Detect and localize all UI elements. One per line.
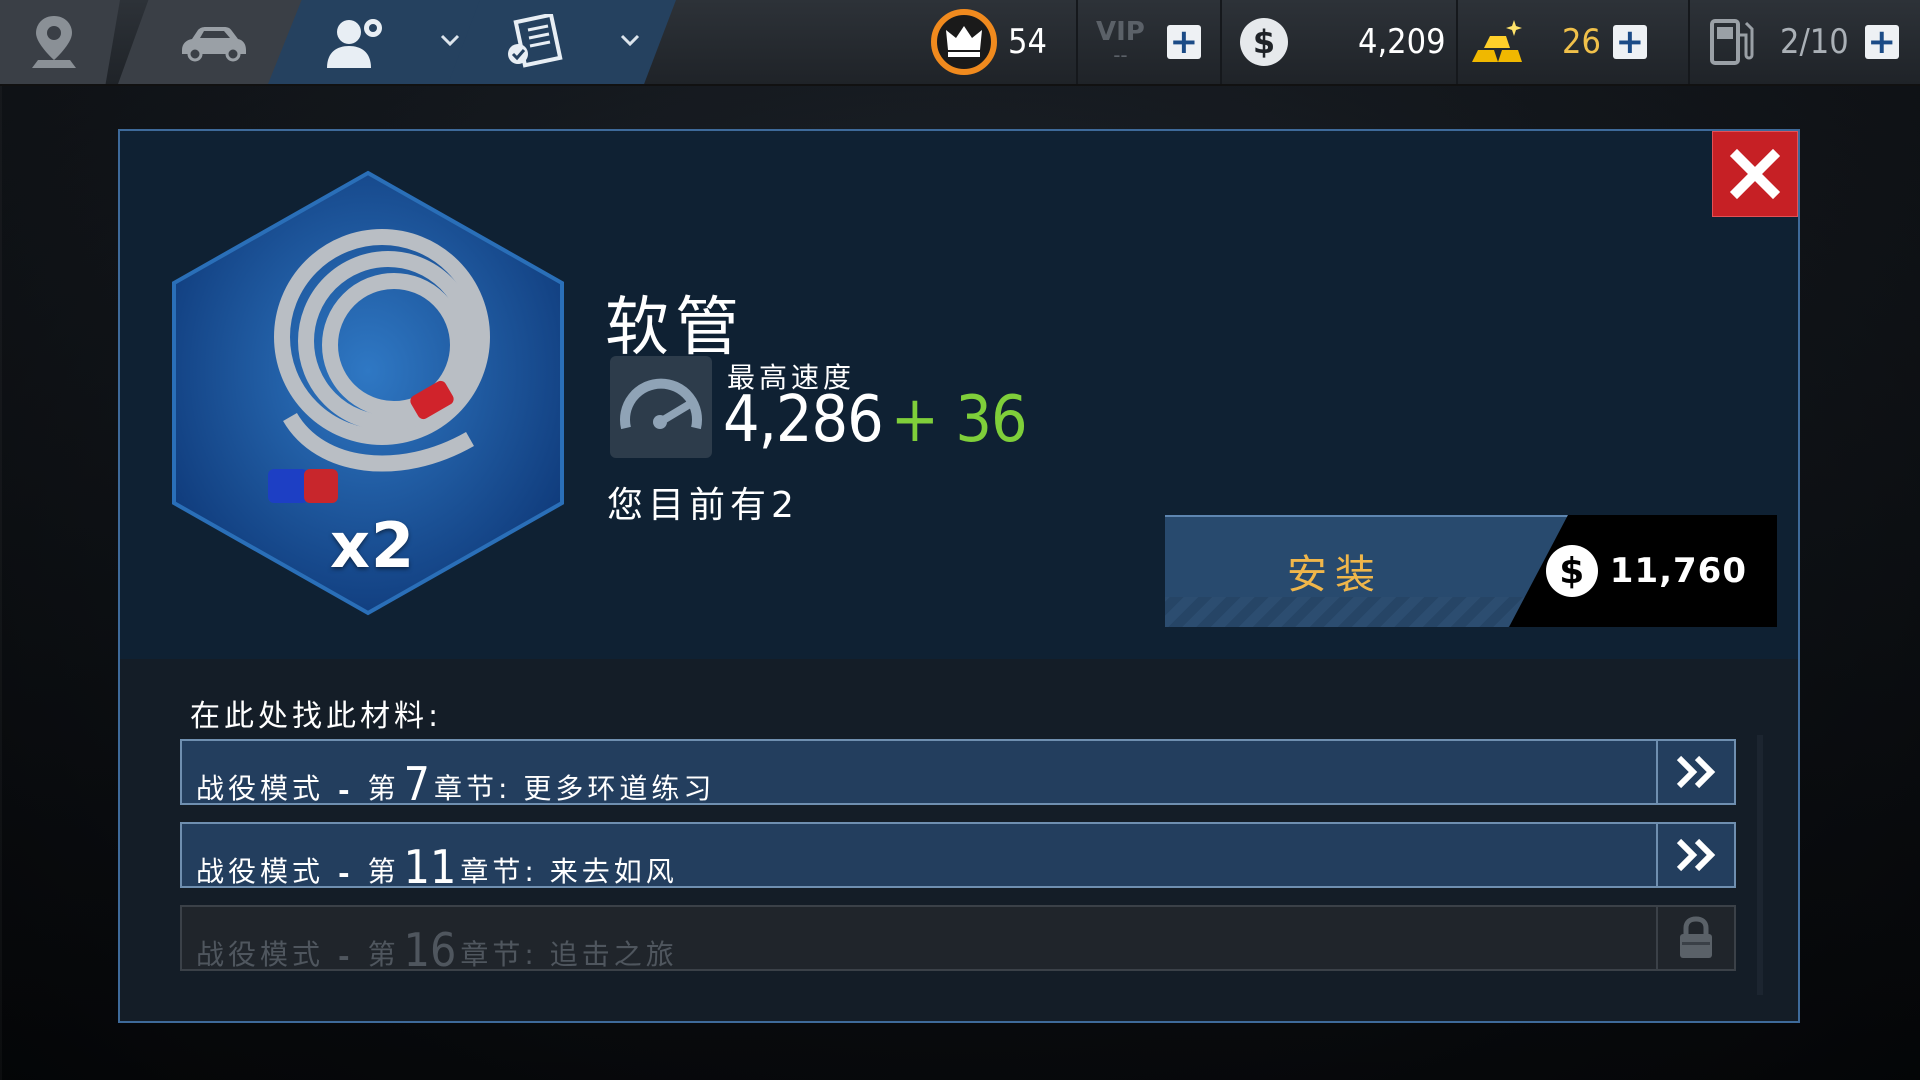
source-dash: - [338,940,354,973]
source-pre: 第 [367,772,400,805]
fuel-counter: 2/10 [1708,0,1899,84]
lock-icon [1680,916,1712,958]
cash-counter: $ 4,209 [1238,0,1446,84]
tab-map[interactable] [0,0,120,84]
source-scrollbar[interactable] [1757,735,1763,995]
source-text: 战役模式 - 第 7 章节: 更多环道练习 [196,741,715,815]
chevron-down-icon[interactable] [616,26,644,54]
source-post: 章节: [460,938,538,971]
vip-plus-button[interactable] [1166,25,1201,59]
dollar-coin-icon: $ [1545,545,1598,597]
dollar-coin-icon: $ [1240,18,1288,66]
chevron-down-icon[interactable] [436,26,464,54]
part-card: x2 [170,169,566,617]
source-chapter-name: 追击之旅 [549,938,678,971]
source-mode: 战役模式 [196,938,325,971]
install-label: 安装 [1287,552,1383,598]
stat-value: 4,286 [723,383,884,457]
source-text: 战役模式 - 第 11 章节: 来去如风 [196,824,678,898]
vip-label: VIP [1096,17,1145,47]
source-chapter-name: 来去如风 [549,855,678,888]
fuel-plus-button[interactable] [1864,25,1899,59]
gold-value: 26 [1562,22,1601,62]
vip-value: -- [1113,43,1128,67]
map-pin-icon [32,16,76,68]
cash-value: 4,209 [1358,22,1446,62]
fuel-pump-icon [1710,19,1754,65]
crown-value: 54 [1008,22,1047,62]
source-chapter-number: 11 [403,840,457,894]
gold-counter: 26 [1468,0,1647,84]
source-chapter-number: 7 [403,757,430,811]
source-dash: - [338,857,354,890]
car-icon [182,27,246,62]
double-chevron-right-icon [1676,755,1716,789]
source-chapter-name: 更多环道练习 [523,772,716,805]
source-row-chapter-11[interactable]: 战役模式 - 第 11 章节: 来去如风 [180,822,1736,890]
close-icon [1729,148,1781,200]
go-button[interactable] [1656,741,1734,803]
source-pre: 第 [367,938,400,971]
find-material-label: 在此处找此材料: [190,699,443,734]
source-post: 章节: [460,855,538,888]
checklist-icon [508,14,563,68]
vip-counter: VIP -- [1096,0,1201,84]
part-count: x2 [330,509,416,582]
part-name: 软管 [605,291,745,365]
crown-counter: 54 [930,0,1047,84]
owned-count-text: 您目前有2 [607,485,799,526]
locked-slot [1656,907,1734,969]
divider [1220,0,1222,84]
close-button[interactable] [1712,131,1798,217]
go-button[interactable] [1656,824,1734,886]
svg-text:$: $ [1253,23,1275,61]
source-mode: 战役模式 [196,772,325,805]
install-button[interactable]: 安装 $ 11,760 [1165,515,1777,627]
top-bar: 54 VIP -- $ 4,209 26 [0,0,1920,86]
source-row-chapter-16: 战役模式 - 第 16 章节: 追击之旅 [180,905,1736,973]
driver-gear-icon [327,19,382,68]
install-price-value: 11,760 [1609,551,1747,591]
divider [1076,0,1078,84]
source-chapter-number: 16 [403,923,457,977]
source-pre: 第 [367,855,400,888]
gold-plus-button[interactable] [1612,25,1647,59]
fuel-value: 2/10 [1780,22,1849,62]
double-chevron-right-icon [1676,838,1716,872]
part-detail-dialog: x2 软管 最高速度 4,286 + 36 您目前有2 安装 $ 11,760 在… [118,129,1800,1023]
source-mode: 战役模式 [196,855,325,888]
source-post: 章节: [433,772,512,805]
speedometer-icon [610,356,712,458]
stat-bonus: + 36 [890,383,1028,457]
crown-icon [931,9,997,75]
source-text: 战役模式 - 第 16 章节: 追击之旅 [196,907,678,981]
gold-bars-icon [1472,20,1522,62]
source-row-chapter-7[interactable]: 战役模式 - 第 7 章节: 更多环道练习 [180,739,1736,807]
divider [1456,0,1458,84]
source-dash: - [338,774,354,807]
stat-value-row: 4,286 + 36 [723,383,1028,457]
divider [1688,0,1690,84]
